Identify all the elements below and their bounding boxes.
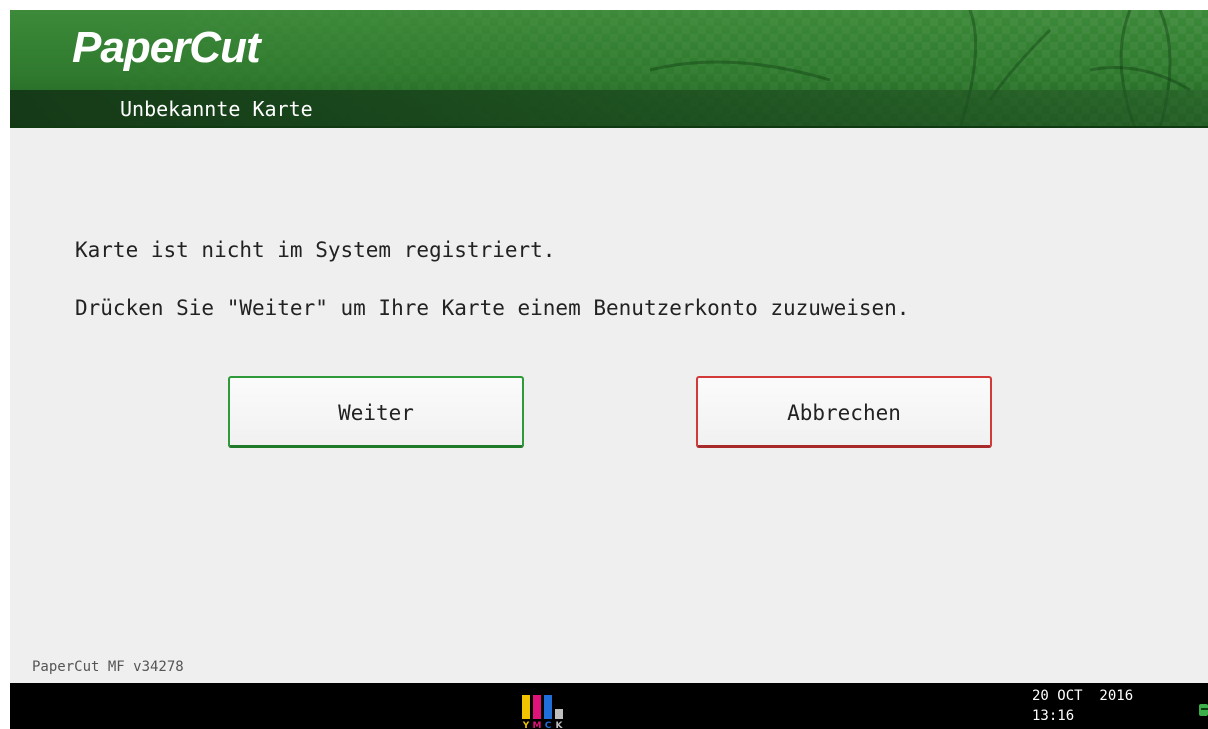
papercut-screen: PaperCut Unbekannte Karte Karte ist nich… [10, 10, 1208, 729]
toner-letter-y: Y [522, 721, 530, 729]
message-instruction: Drücken Sie "Weiter" um Ihre Karte einem… [75, 296, 910, 320]
version-label: PaperCut MF v34278 [32, 659, 184, 675]
header: PaperCut Unbekannte Karte [10, 10, 1208, 128]
status-date: 20 OCT 2016 [1032, 688, 1134, 704]
toner-letter-c: C [545, 721, 552, 729]
status-bar: Y M C K 20 OCT 2016 13:16 [10, 683, 1208, 729]
status-indicator-icon[interactable] [1198, 703, 1208, 717]
papercut-logo: PaperCut [72, 23, 261, 72]
toner-level-icon: Y M C K [522, 695, 564, 729]
continue-button[interactable]: Weiter [228, 376, 524, 448]
header-divider [10, 126, 1208, 128]
message-not-registered: Karte ist nicht im System registriert. [75, 238, 556, 262]
toner-letter-k: K [556, 721, 564, 729]
page-title: Unbekannte Karte [120, 97, 313, 121]
toner-letter-m: M [533, 721, 542, 729]
cancel-button[interactable]: Abbrechen [696, 376, 992, 448]
status-time: 13:16 [1032, 708, 1075, 724]
